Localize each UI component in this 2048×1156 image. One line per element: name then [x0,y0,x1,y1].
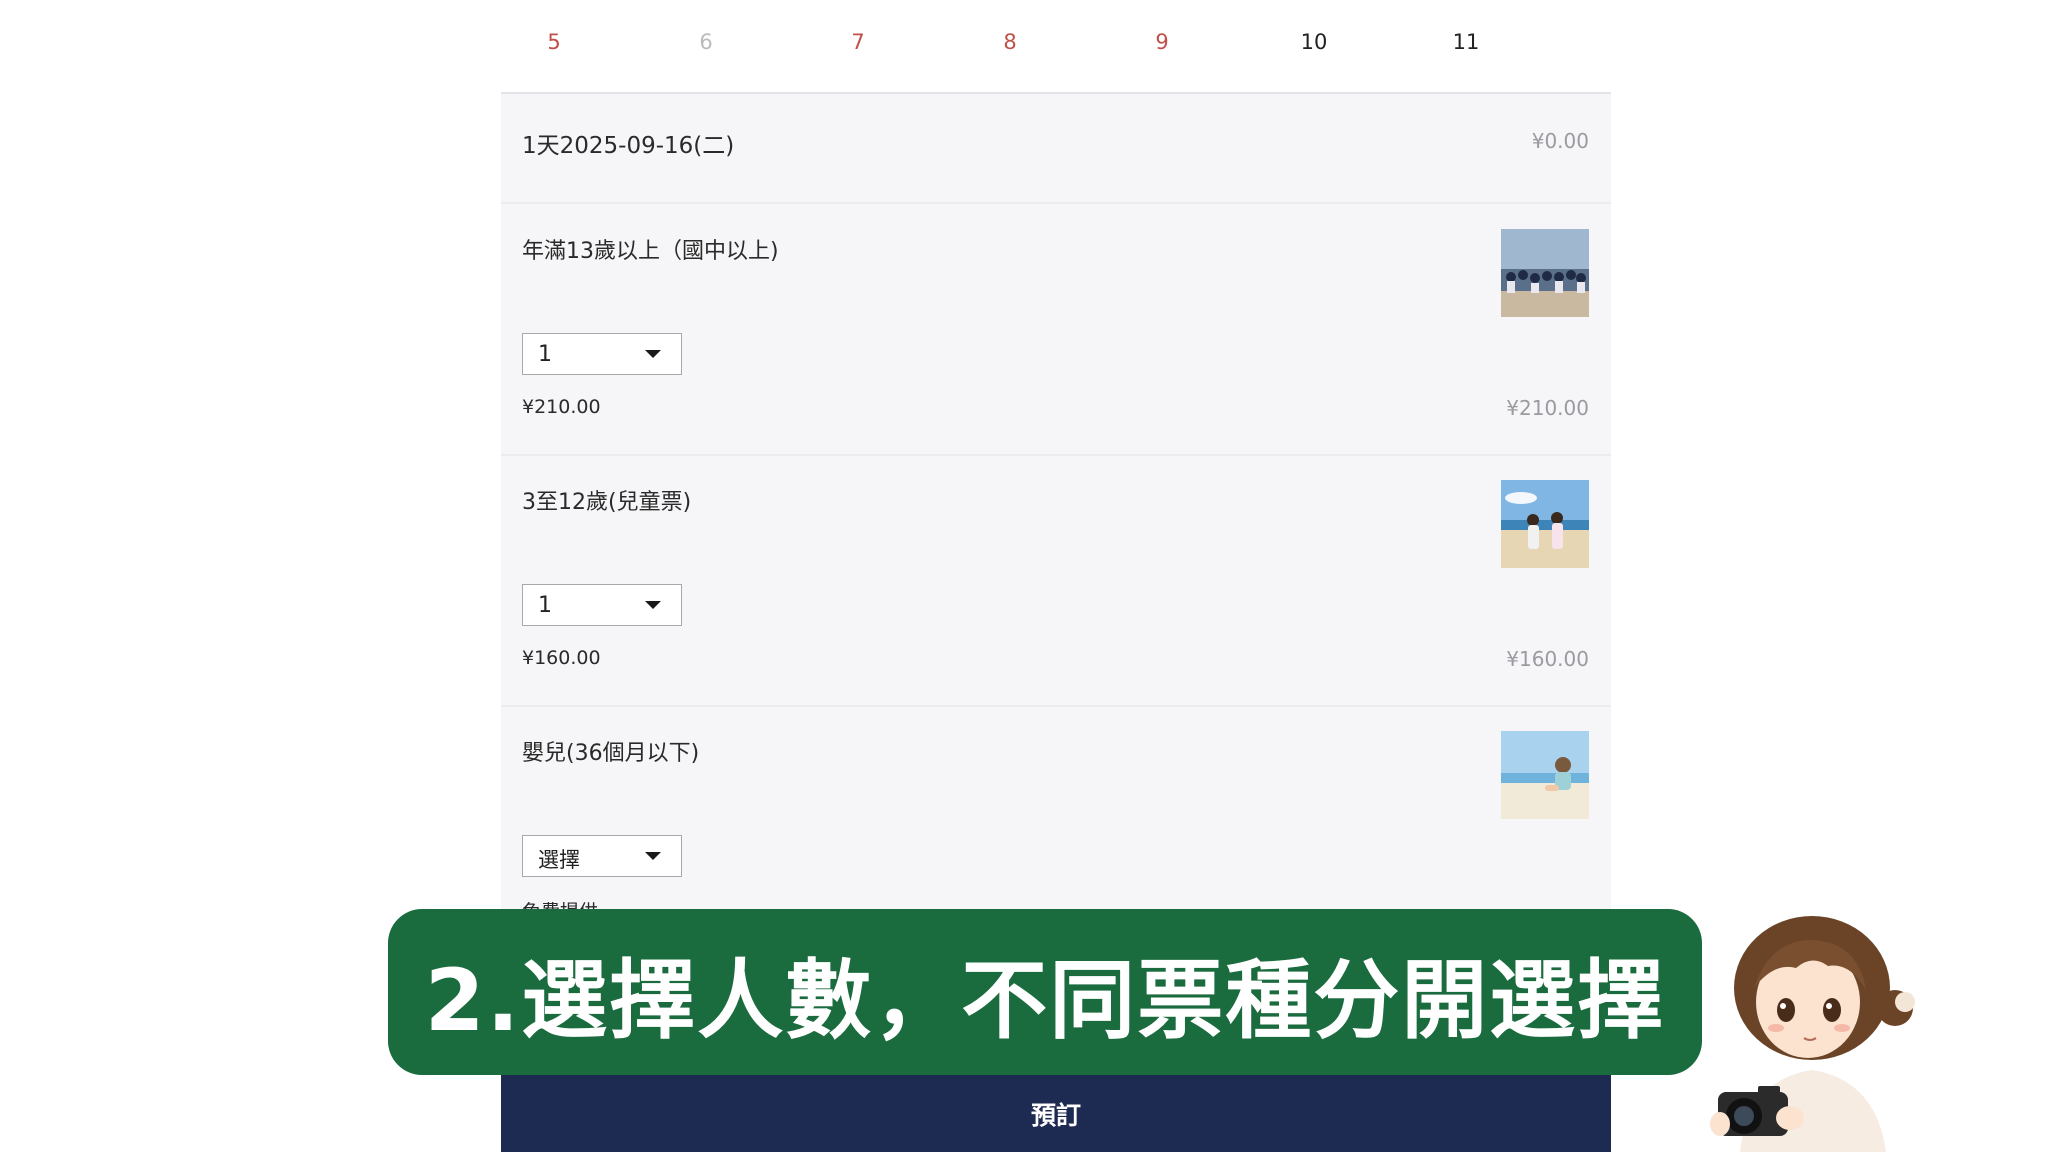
book-button[interactable]: 預訂 [501,1075,1611,1152]
ticket-name: 年滿13歲以上（國中以上) [522,239,779,264]
ticket-name: 3至12歲(兒童票) [522,490,692,515]
caret-down-icon [645,350,661,358]
calendar-day[interactable]: 5 [514,30,594,54]
quantity-select[interactable]: 1 [522,333,682,375]
unit-price: ¥210.00 [522,396,601,418]
calendar-week-row: 5 6 7 8 9 10 11 [501,0,1611,94]
caret-down-icon [645,601,661,609]
girl-with-camera-illustration [1700,910,1930,1152]
summary-total: ¥0.00 [1531,129,1589,153]
divider [501,202,1611,204]
calendar-day[interactable]: 8 [970,30,1050,54]
unit-price: ¥160.00 [522,647,601,669]
calendar-day: 6 [699,30,713,54]
ticket-subtotal: ¥160.00 [1506,647,1589,671]
toddler-beach-thumbnail [1501,731,1589,819]
quantity-select-value: 1 [538,342,552,367]
caret-down-icon [645,852,661,860]
calendar-day[interactable]: 11 [1426,30,1506,54]
book-button-label: 預訂 [1030,1100,1081,1130]
group-photo-thumbnail [1501,229,1589,317]
calendar-day[interactable]: 9 [1122,30,1202,54]
ticket-subtotal: ¥210.00 [1506,396,1589,420]
quantity-select-value: 1 [538,593,552,618]
children-beach-thumbnail [1501,480,1589,568]
caption-banner: 2.選擇人數，不同票種分開選擇 [388,909,1702,1075]
quantity-select[interactable]: 選擇 [522,835,682,877]
ticket-name: 嬰兒(36個月以下) [522,741,700,766]
caption-text: 2.選擇人數，不同票種分開選擇 [424,950,1666,1051]
calendar-day[interactable]: 10 [1274,30,1354,54]
calendar-day[interactable]: 7 [818,30,898,54]
quantity-select-value: 選擇 [538,848,580,872]
quantity-select[interactable]: 1 [522,584,682,626]
selected-date-text: 1天2025-09-16(二) [522,133,735,159]
divider [501,705,1611,707]
divider [501,454,1611,456]
